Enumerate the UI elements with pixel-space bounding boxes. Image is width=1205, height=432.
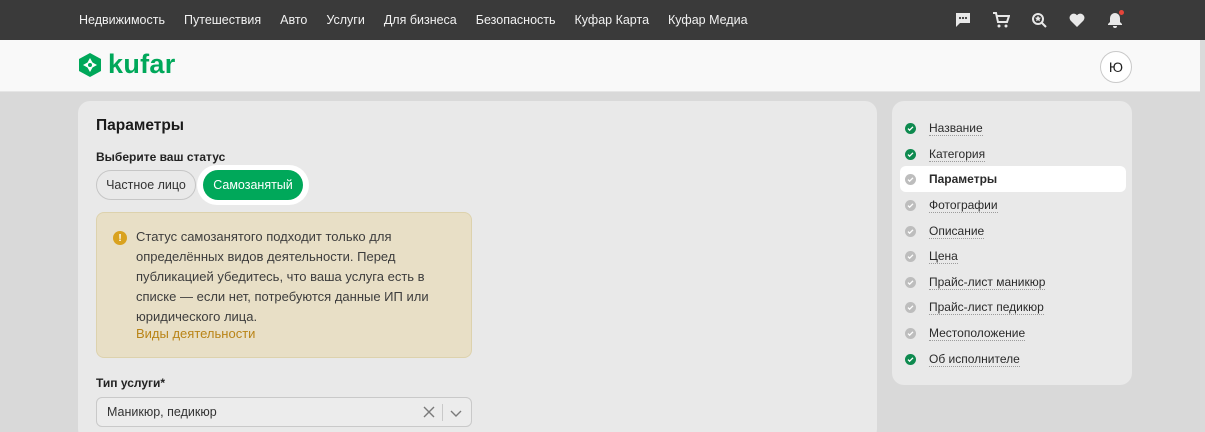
kufar-logo[interactable]: kufar bbox=[77, 51, 176, 78]
pending-check-icon bbox=[905, 225, 916, 237]
kufar-logo-icon bbox=[79, 52, 101, 77]
nav-link-travel[interactable]: Путешествия bbox=[184, 13, 261, 27]
nav-link-safety[interactable]: Безопасность bbox=[476, 13, 556, 27]
pending-check-icon bbox=[905, 276, 916, 288]
page-scrollbar[interactable] bbox=[1200, 40, 1205, 432]
step-description[interactable]: Описание bbox=[900, 218, 1126, 244]
check-icon bbox=[905, 353, 916, 365]
pending-check-icon bbox=[905, 199, 916, 211]
step-parameters[interactable]: Параметры bbox=[900, 166, 1126, 192]
step-label: Прайс-лист педикюр bbox=[929, 299, 1044, 315]
service-type-label: Тип услуги* bbox=[96, 376, 166, 390]
top-navigation: Недвижимость Путешествия Авто Услуги Для… bbox=[0, 0, 1205, 40]
step-pricelist-manicure[interactable]: Прайс-лист маникюр bbox=[900, 269, 1126, 295]
check-icon bbox=[905, 122, 916, 134]
step-label: Категория bbox=[929, 146, 986, 162]
step-label: Описание bbox=[929, 223, 985, 239]
step-price[interactable]: Цена bbox=[900, 243, 1126, 269]
chevron-down-icon[interactable] bbox=[449, 406, 463, 420]
heart-icon[interactable] bbox=[1066, 9, 1088, 31]
check-icon bbox=[905, 148, 916, 160]
chat-icon[interactable] bbox=[952, 9, 974, 31]
notice-text: Статус самозанятого подходит только для … bbox=[136, 229, 429, 324]
nav-link-business[interactable]: Для бизнеса bbox=[384, 13, 457, 27]
select-divider bbox=[442, 404, 443, 421]
step-label: Местоположение bbox=[929, 325, 1026, 341]
step-pricelist-pedicure[interactable]: Прайс-лист педикюр bbox=[900, 294, 1126, 320]
step-name[interactable]: Название bbox=[900, 115, 1126, 141]
warning-icon: ! bbox=[113, 231, 127, 245]
pending-check-icon bbox=[905, 250, 916, 262]
user-avatar[interactable]: Ю bbox=[1100, 51, 1132, 83]
pending-check-icon bbox=[905, 327, 916, 339]
top-nav-icons bbox=[952, 9, 1142, 31]
step-label: Фотографии bbox=[929, 197, 998, 213]
step-label: Название bbox=[929, 120, 983, 136]
pending-check-icon bbox=[905, 301, 916, 313]
self-employed-notice: ! Статус самозанятого подходит только дл… bbox=[96, 212, 472, 358]
top-nav-links: Недвижимость Путешествия Авто Услуги Для… bbox=[79, 0, 767, 40]
bell-icon[interactable] bbox=[1104, 9, 1126, 31]
service-type-select[interactable]: Маникюр, педикюр bbox=[96, 397, 472, 427]
clear-icon[interactable] bbox=[422, 405, 436, 419]
step-category[interactable]: Категория bbox=[900, 141, 1126, 167]
step-photos[interactable]: Фотографии bbox=[900, 192, 1126, 218]
site-header: kufar Ю bbox=[0, 40, 1205, 92]
nav-link-real-estate[interactable]: Недвижимость bbox=[79, 13, 165, 27]
saved-search-icon[interactable] bbox=[1028, 9, 1050, 31]
status-option-self-employed[interactable]: Самозанятый bbox=[203, 170, 303, 200]
step-label: Параметры bbox=[929, 172, 998, 186]
step-about-performer[interactable]: Об исполнителе bbox=[900, 346, 1126, 372]
step-label: Цена bbox=[929, 248, 958, 264]
notification-dot bbox=[1119, 10, 1124, 15]
nav-link-services[interactable]: Услуги bbox=[326, 13, 364, 27]
nav-link-auto[interactable]: Авто bbox=[280, 13, 307, 27]
activity-types-link[interactable]: Виды деятельности bbox=[136, 326, 255, 341]
status-option-private[interactable]: Частное лицо bbox=[96, 170, 196, 200]
section-title: Параметры bbox=[96, 117, 185, 134]
logo-text: kufar bbox=[108, 49, 176, 79]
nav-link-kufar-map[interactable]: Куфар Карта bbox=[575, 13, 650, 27]
service-type-value: Маникюр, педикюр bbox=[107, 405, 217, 419]
cart-icon[interactable] bbox=[990, 9, 1012, 31]
status-label: Выберите ваш статус bbox=[96, 150, 226, 164]
step-label: Прайс-лист маникюр bbox=[929, 274, 1046, 290]
pending-check-icon bbox=[905, 173, 916, 185]
nav-link-kufar-media[interactable]: Куфар Медиа bbox=[668, 13, 748, 27]
step-label: Об исполнителе bbox=[929, 351, 1020, 367]
step-location[interactable]: Местоположение bbox=[900, 320, 1126, 346]
